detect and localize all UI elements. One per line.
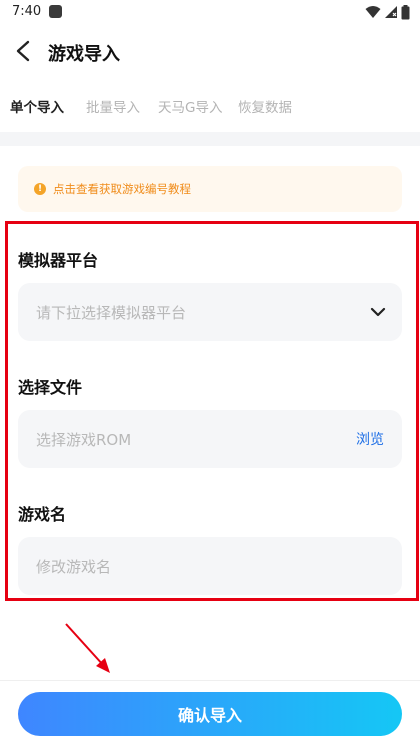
game-name-field[interactable]: 修改游戏名 [18, 537, 402, 595]
file-label: 选择文件 [18, 378, 83, 397]
file-placeholder: 选择游戏ROM [36, 431, 132, 449]
game-name-placeholder: 修改游戏名 [36, 558, 112, 576]
file-field[interactable]: 选择游戏ROM 浏览 [18, 410, 402, 468]
notice-text: 点击查看获取游戏编号教程 [53, 182, 191, 196]
platform-placeholder: 请下拉选择模拟器平台 [36, 304, 187, 322]
confirm-import-button[interactable]: 确认导入 [18, 692, 402, 736]
tab-restore-data[interactable]: 恢复数据 [238, 96, 292, 116]
tab-tianma-import[interactable]: 天马G导入 [158, 96, 222, 116]
platform-select[interactable]: 请下拉选择模拟器平台 [18, 283, 402, 341]
bottom-divider [0, 680, 420, 681]
battery-icon [401, 4, 410, 19]
chevron-down-icon [370, 307, 386, 317]
wifi-icon [365, 6, 381, 18]
header: 游戏导入 [0, 30, 420, 74]
status-time: 7:40 [12, 4, 42, 19]
chevron-left-icon[interactable] [14, 40, 34, 62]
signal-icon [385, 6, 397, 18]
info-icon: ! [34, 183, 46, 195]
tab-bar: 单个导入 批量导入 天马G导入 恢复数据 [0, 94, 420, 118]
game-name-label: 游戏名 [18, 505, 67, 524]
app-notification-icon [49, 5, 62, 18]
section-divider [0, 132, 420, 146]
platform-label: 模拟器平台 [18, 251, 99, 270]
page-title: 游戏导入 [48, 44, 120, 65]
tutorial-notice[interactable]: ! 点击查看获取游戏编号教程 [18, 166, 402, 212]
browse-button[interactable]: 浏览 [356, 429, 384, 449]
tab-single-import[interactable]: 单个导入 [10, 96, 64, 116]
red-arrow-annotation [65, 623, 110, 673]
status-icons [365, 4, 410, 20]
status-bar: 7:40 [0, 0, 420, 24]
tab-batch-import[interactable]: 批量导入 [86, 96, 140, 116]
